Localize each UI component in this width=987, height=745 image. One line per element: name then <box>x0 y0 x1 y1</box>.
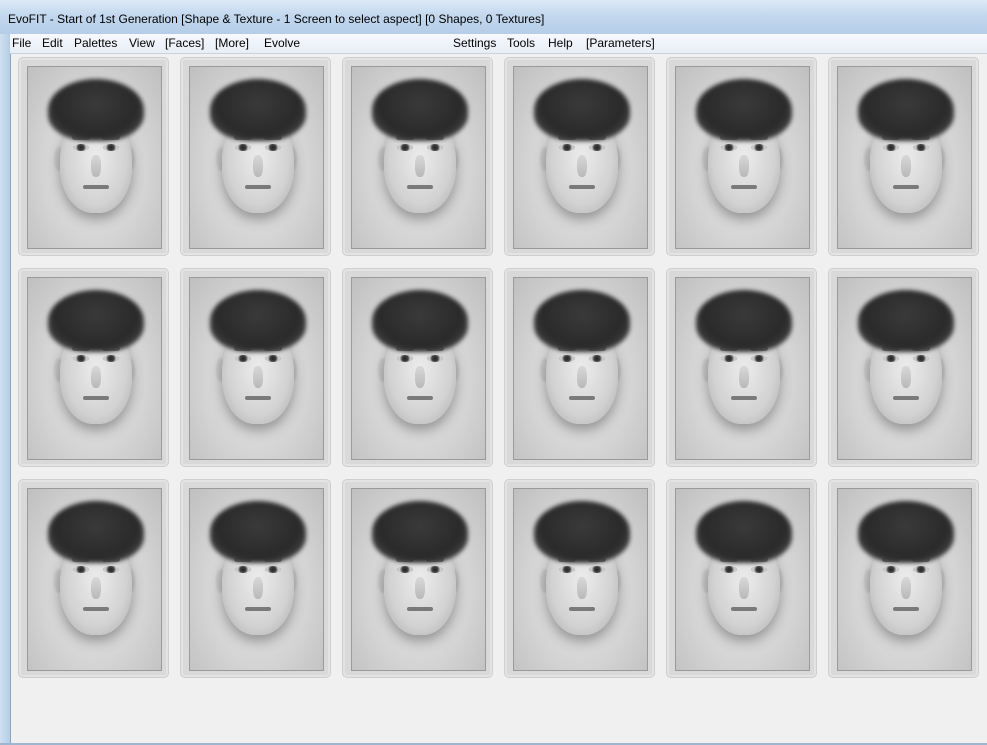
face-image <box>675 277 810 460</box>
hair-shape <box>858 79 954 141</box>
window-title: EvoFIT - Start of 1st Generation [Shape … <box>8 12 545 26</box>
face-5[interactable] <box>666 57 817 256</box>
face-1[interactable] <box>18 57 169 256</box>
face-selection-area <box>10 54 987 743</box>
menu-parameters[interactable]: [Parameters] <box>586 36 655 50</box>
face-14[interactable] <box>180 479 331 678</box>
face-image <box>513 488 648 671</box>
face-image <box>189 66 324 249</box>
menu-help[interactable]: Help <box>548 36 573 50</box>
hair-shape <box>372 501 468 563</box>
face-image <box>837 66 972 249</box>
hair-shape <box>372 79 468 141</box>
hair-shape <box>48 79 144 141</box>
face-image <box>27 488 162 671</box>
face-image <box>837 277 972 460</box>
face-image <box>27 277 162 460</box>
hair-shape <box>858 290 954 352</box>
face-image <box>675 66 810 249</box>
face-11[interactable] <box>666 268 817 467</box>
face-8[interactable] <box>180 268 331 467</box>
hair-shape <box>210 290 306 352</box>
face-image <box>513 66 648 249</box>
face-10[interactable] <box>504 268 655 467</box>
hair-shape <box>210 79 306 141</box>
hair-shape <box>696 501 792 563</box>
menu-faces[interactable]: [Faces] <box>165 36 204 50</box>
face-image <box>27 66 162 249</box>
face-image <box>837 488 972 671</box>
title-bar[interactable]: EvoFIT - Start of 1st Generation [Shape … <box>0 0 987 34</box>
face-16[interactable] <box>504 479 655 678</box>
hair-shape <box>210 501 306 563</box>
menu-edit[interactable]: Edit <box>42 36 63 50</box>
face-7[interactable] <box>18 268 169 467</box>
face-13[interactable] <box>18 479 169 678</box>
menu-file[interactable]: File <box>12 36 31 50</box>
hair-shape <box>858 501 954 563</box>
hair-shape <box>534 501 630 563</box>
face-15[interactable] <box>342 479 493 678</box>
face-image <box>189 488 324 671</box>
face-17[interactable] <box>666 479 817 678</box>
window-left-border <box>0 34 10 745</box>
hair-shape <box>534 290 630 352</box>
face-image <box>675 488 810 671</box>
face-image <box>351 488 486 671</box>
face-image <box>513 277 648 460</box>
menu-tools[interactable]: Tools <box>507 36 535 50</box>
menu-bar: File Edit Palettes View [Faces] [More] E… <box>10 34 987 54</box>
menu-more[interactable]: [More] <box>215 36 249 50</box>
face-image <box>351 66 486 249</box>
hair-shape <box>696 79 792 141</box>
face-6[interactable] <box>828 57 979 256</box>
face-image <box>351 277 486 460</box>
face-9[interactable] <box>342 268 493 467</box>
face-image <box>189 277 324 460</box>
hair-shape <box>534 79 630 141</box>
menu-evolve[interactable]: Evolve <box>264 36 300 50</box>
hair-shape <box>48 501 144 563</box>
face-18[interactable] <box>828 479 979 678</box>
menu-palettes[interactable]: Palettes <box>74 36 117 50</box>
face-4[interactable] <box>504 57 655 256</box>
hair-shape <box>696 290 792 352</box>
face-2[interactable] <box>180 57 331 256</box>
face-12[interactable] <box>828 268 979 467</box>
face-3[interactable] <box>342 57 493 256</box>
app-window: EvoFIT - Start of 1st Generation [Shape … <box>0 0 987 745</box>
hair-shape <box>48 290 144 352</box>
menu-settings[interactable]: Settings <box>453 36 496 50</box>
hair-shape <box>372 290 468 352</box>
menu-view[interactable]: View <box>129 36 155 50</box>
